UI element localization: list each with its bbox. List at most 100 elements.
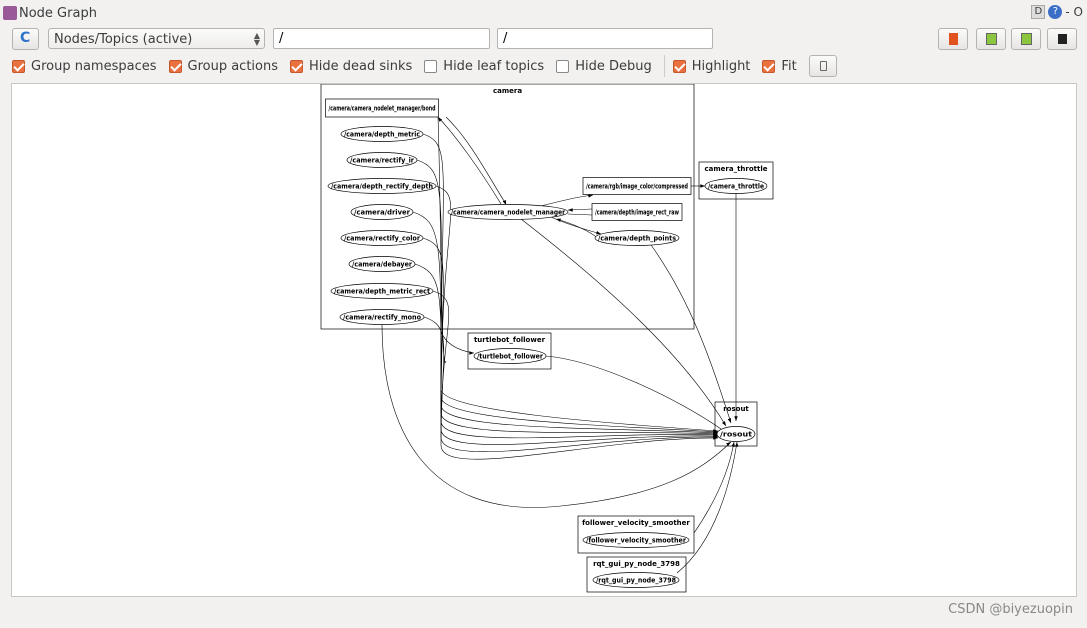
node-label: /camera/depth_metric_rect: [334, 288, 431, 296]
checkbox[interactable]: [424, 59, 438, 73]
arrowhead: [469, 351, 474, 355]
node-label: /camera/driver: [354, 209, 411, 217]
option-hide-debug[interactable]: Hide Debug: [556, 59, 652, 74]
minimize-close-buttons[interactable]: - O: [1065, 5, 1083, 19]
save-svg-button[interactable]: [1011, 28, 1041, 50]
save-svg-icon: [1021, 33, 1032, 45]
checkbox[interactable]: [290, 59, 303, 73]
save-image-button[interactable]: [1047, 28, 1077, 50]
fit-view-icon: [819, 61, 827, 71]
node-label: /camera/rectify_mono: [343, 314, 421, 322]
spinner-arrows-icon: ▲ ▼: [253, 31, 260, 47]
graph-edge: [435, 185, 719, 434]
checkbox[interactable]: [762, 59, 776, 73]
option-hide-dead-sinks[interactable]: Hide dead sinks: [290, 59, 412, 74]
graph-edge: [422, 133, 719, 432]
graph-edge: [693, 441, 735, 534]
node-filter-input[interactable]: [273, 28, 490, 49]
checkbox[interactable]: [672, 59, 686, 73]
arrowhead: [731, 442, 735, 447]
graph-edge: [567, 213, 593, 216]
option-group-actions[interactable]: Group actions: [168, 58, 279, 74]
graph-edge: [416, 159, 719, 433]
graph-edge: [437, 116, 447, 363]
option-label: Fit: [781, 58, 797, 74]
graph-edge: [422, 237, 719, 439]
refresh-button[interactable]: C: [12, 28, 39, 50]
checkbox[interactable]: [12, 59, 25, 73]
cluster-label: rqt_gui_py_node_3798: [593, 560, 680, 568]
cluster-label: follower_velocity_smoother: [582, 519, 690, 527]
save-dot-icon: [986, 33, 997, 45]
option-hide-leaf-topics[interactable]: Hide leaf topics: [424, 59, 544, 74]
graph-edge: [414, 263, 719, 445]
graph-edge: [432, 290, 719, 452]
graph-edge: [381, 324, 732, 508]
graph-type-select[interactable]: Nodes/Topics (active) ▲ ▼: [48, 28, 265, 49]
status-bar: [11, 599, 1077, 613]
graph-edge: [545, 355, 722, 430]
help-button[interactable]: ?: [1048, 5, 1063, 19]
node-label: /camera/depth_rectify_depth: [331, 183, 433, 191]
separator: [663, 55, 665, 77]
node-label: /camera/depth_metric: [344, 131, 420, 139]
window-title: Node Graph: [19, 5, 97, 21]
checkbox[interactable]: [168, 59, 182, 73]
arrowhead: [727, 418, 731, 423]
cluster-label: camera_throttle: [704, 165, 767, 173]
arrowhead: [722, 421, 726, 426]
graph-edge: [555, 218, 602, 242]
topic-filter-input[interactable]: [497, 28, 713, 49]
node-label: /follower_velocity_smoother: [586, 537, 686, 545]
node-label: /camera/camera_nodelet_manager/bond: [329, 105, 436, 113]
graph-edge: [437, 116, 502, 205]
load-dot-icon: [949, 33, 958, 45]
save-dot-button[interactable]: [976, 28, 1006, 50]
node-label: /camera/rgb/image_color/compressed: [586, 183, 688, 191]
save-image-icon: [1058, 34, 1067, 44]
arrowhead: [700, 184, 705, 188]
option-label: Hide leaf topics: [443, 58, 545, 74]
node-label: /camera/rectify_color: [344, 235, 420, 243]
option-highlight[interactable]: Highlight: [672, 58, 751, 74]
app-icon: [3, 6, 17, 20]
graph-edge: [440, 330, 475, 354]
node-label: /rosout: [720, 431, 753, 439]
node-graph[interactable]: camera camera_throttle turtlebot_followerr…: [12, 83, 1078, 598]
title-bar: Node Graph D ? - O: [0, 0, 1087, 26]
graph-canvas[interactable]: camera camera_throttle turtlebot_followerr…: [11, 83, 1077, 597]
node-label: /camera/rectify_ir: [350, 157, 414, 165]
node-label: /rqt_gui_py_node_3798: [596, 577, 676, 585]
option-fit[interactable]: Fit: [762, 58, 797, 74]
graph-edge: [540, 194, 594, 207]
node-label: /turtlebot_follower: [477, 353, 543, 361]
cluster-label: camera: [493, 87, 522, 95]
graph-type-value: Nodes/Topics (active): [54, 32, 193, 47]
arrowhead: [734, 416, 738, 421]
checkbox[interactable]: [556, 59, 570, 73]
cluster-label: turtlebot_follower: [474, 336, 546, 344]
load-dot-button[interactable]: [938, 28, 968, 50]
graph-edge: [520, 218, 727, 427]
node-label: /camera/camera_nodelet_manager: [451, 209, 565, 217]
arrowhead: [726, 442, 731, 447]
graph-edge: [412, 211, 719, 435]
fit-view-button[interactable]: [808, 55, 837, 77]
graph-edge: [650, 244, 732, 424]
option-label: Highlight: [691, 58, 751, 74]
debug-button[interactable]: D: [1031, 5, 1046, 19]
node-label: /camera/depth/image_rect_raw: [595, 209, 679, 217]
refresh-icon: C: [20, 30, 31, 46]
arrowhead: [568, 208, 573, 212]
option-label: Group namespaces: [31, 58, 157, 74]
option-group-namespaces[interactable]: Group namespaces: [12, 59, 157, 74]
arrowhead: [556, 218, 561, 222]
node-label: /camera/depth_points: [598, 235, 676, 243]
node-label: /camera/debayer: [352, 261, 412, 269]
watermark: CSDN @biyezuopin: [948, 602, 1073, 617]
option-label: Hide Debug: [575, 58, 652, 74]
node-label: /camera_throttle: [708, 183, 764, 191]
graph-edge: [445, 116, 507, 205]
option-label: Group actions: [187, 58, 279, 74]
option-label: Hide dead sinks: [309, 58, 413, 74]
